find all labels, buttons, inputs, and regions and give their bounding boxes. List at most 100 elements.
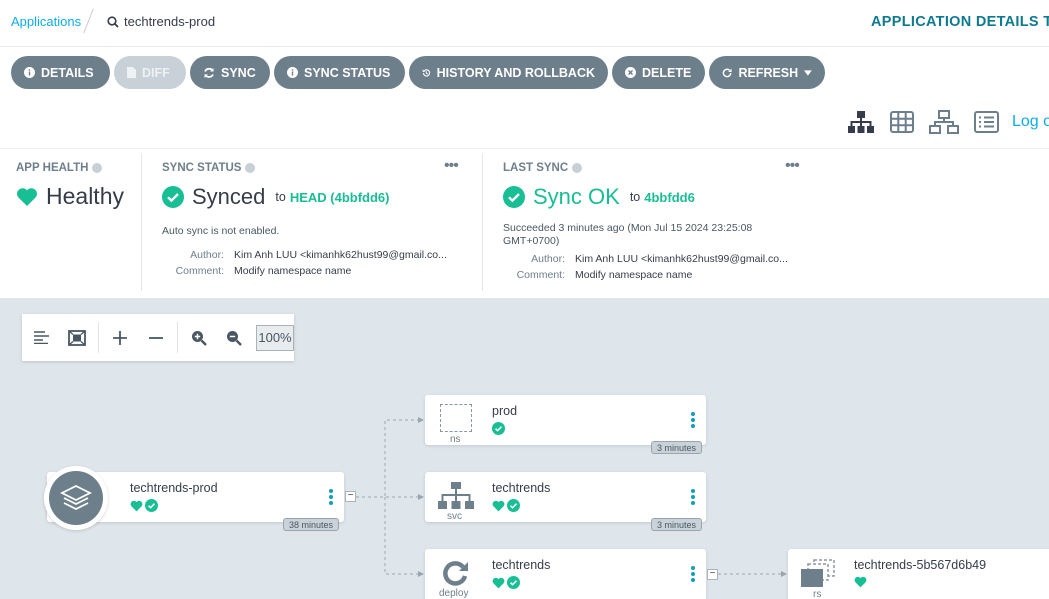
layers-icon — [60, 484, 92, 511]
details-button-label: DETAILS — [41, 65, 94, 80]
zoom-level[interactable]: 100% — [256, 324, 294, 351]
check-circle-icon — [507, 499, 520, 512]
info-circle-icon — [24, 67, 35, 78]
sync-status-button[interactable]: SYNC STATUS — [274, 56, 405, 89]
heart-icon — [854, 576, 867, 588]
node-status — [492, 576, 520, 589]
zoom-out-icon[interactable] — [217, 330, 252, 346]
breadcrumb-app-name: techtrends-prod — [124, 14, 216, 29]
fit-to-screen-icon[interactable] — [59, 329, 94, 346]
app-node-status — [130, 499, 158, 512]
app-node-menu-icon[interactable] — [328, 489, 334, 505]
refresh-button[interactable]: REFRESH — [709, 56, 825, 89]
node-name: techtrends — [492, 481, 551, 495]
history-rollback-button[interactable]: HISTORY AND ROLLBACK — [409, 56, 608, 89]
list-view-icon[interactable] — [974, 111, 999, 133]
breadcrumb-applications[interactable]: Applications — [11, 14, 81, 29]
sync-button[interactable]: SYNC — [190, 56, 270, 89]
status-panel: APP HEALTH Healthy SYNC STATUS ••• Synce… — [0, 148, 1049, 298]
history-icon — [422, 68, 431, 77]
resource-node-svc[interactable]: svc techtrends 3 minutes — [425, 472, 706, 531]
sync-status-value: Synced to HEAD (4bbfdd6) — [162, 184, 390, 210]
node-menu-icon[interactable] — [690, 412, 696, 428]
last-sync-label: LAST SYNC — [503, 162, 583, 174]
edge-to-deploy — [384, 497, 422, 575]
app-health-text: Healthy — [46, 183, 124, 209]
delete-button[interactable]: DELETE — [612, 56, 705, 89]
deploy-node-collapse-button[interactable]: − — [707, 569, 718, 580]
node-name: techtrends-5b567d6b49 — [854, 558, 987, 572]
node-status — [492, 422, 505, 435]
tree-view-icon[interactable] — [847, 110, 875, 134]
node-kind-label: svc — [447, 511, 462, 522]
file-icon — [127, 67, 136, 78]
resource-tree-graph: 100% techtrends-prod 38 minutes − ns pro… — [0, 298, 1049, 599]
succeeded-tz-line: GMT+0700) — [503, 235, 560, 247]
last-sync-revision-link[interactable]: 4bbfdd6 — [644, 190, 695, 205]
details-button[interactable]: DETAILS — [11, 56, 110, 89]
divider — [141, 153, 142, 291]
sync-button-label: SYNC — [221, 65, 256, 80]
resource-node-deploy[interactable]: deploy techtrends — [425, 549, 706, 599]
help-icon[interactable] — [245, 163, 256, 173]
app-node-name: techtrends-prod — [130, 481, 218, 495]
check-circle-icon — [492, 422, 505, 435]
breadcrumb-separator — [83, 8, 94, 34]
last-sync-menu-icon[interactable]: ••• — [785, 157, 800, 175]
times-circle-icon — [625, 67, 636, 78]
logs-link[interactable]: Log out — [1012, 113, 1049, 131]
diff-button[interactable]: DIFF — [114, 56, 186, 89]
zoom-in-icon[interactable] — [182, 330, 217, 346]
history-rollback-button-label: HISTORY AND ROLLBACK — [436, 65, 595, 80]
action-toolbar: DETAILS DIFF SYNC SYNC STATUS HISTORY AN… — [11, 56, 825, 89]
delete-button-label: DELETE — [642, 65, 692, 80]
heart-icon — [130, 500, 143, 511]
last-sync-author-row: Author: Kim Anh LUU <kimanhk62hust99@gma… — [503, 253, 788, 265]
resource-node-ns[interactable]: ns prod 3 minutes — [425, 395, 706, 454]
comment-label: Comment: — [175, 265, 224, 277]
help-icon[interactable] — [572, 163, 583, 173]
succeeded-line: Succeeded 3 minutes ago (Mon Jul 15 2024… — [503, 222, 753, 234]
last-sync-comment-row: Comment: Modify namespace name — [503, 269, 693, 281]
sync-status-text: Synced — [192, 184, 266, 209]
heart-icon — [492, 500, 505, 511]
author-value: Kim Anh LUU <kimanhk62hust99@gmail.co... — [234, 249, 447, 261]
sync-status-label-text: SYNC STATUS — [162, 162, 242, 174]
view-mode-switcher — [847, 110, 999, 134]
author-label: Author: — [190, 249, 224, 261]
sync-status-label: SYNC STATUS — [162, 162, 256, 174]
app-node-collapse-button[interactable]: − — [345, 491, 356, 502]
node-menu-icon[interactable] — [690, 489, 696, 505]
node-kind-label: deploy — [439, 588, 469, 599]
comment-value: Modify namespace name — [575, 269, 693, 281]
deployment-icon — [443, 561, 468, 586]
replicaset-icon — [801, 559, 835, 587]
edge-to-prod — [356, 419, 422, 498]
top-bar: Applications techtrends-prod APPLICATION… — [0, 0, 1049, 47]
sync-target-link[interactable]: HEAD (4bbfdd6) — [290, 190, 390, 205]
namespace-icon — [440, 404, 472, 432]
author-value: Kim Anh LUU <kimanhk62hust99@gmail.co... — [575, 253, 788, 265]
sync-icon — [204, 67, 214, 78]
app-node-icon — [44, 466, 108, 530]
node-status — [854, 576, 867, 588]
align-left-icon[interactable] — [24, 331, 59, 344]
collapse-all-icon[interactable] — [138, 331, 173, 345]
divider — [482, 153, 483, 291]
auto-sync-note: Auto sync is not enabled. — [162, 225, 280, 237]
pods-grid-icon[interactable] — [890, 111, 914, 133]
network-view-icon[interactable] — [929, 110, 959, 134]
node-menu-icon[interactable] — [690, 566, 696, 582]
heart-icon — [17, 187, 37, 206]
sync-comment-row: Comment: Modify namespace name — [162, 265, 352, 277]
author-label: Author: — [531, 253, 565, 265]
resource-node-rs[interactable]: rs techtrends-5b567d6b49 — [788, 549, 1049, 599]
node-kind-label: rs — [813, 589, 822, 599]
sync-status-menu-icon[interactable]: ••• — [444, 157, 459, 175]
help-icon[interactable] — [92, 163, 103, 173]
node-age: 3 minutes — [651, 441, 703, 454]
toolbar-divider — [177, 322, 178, 353]
page-title: APPLICATION DETAILS TREE — [871, 14, 1049, 30]
expand-all-icon[interactable] — [103, 330, 138, 345]
info-circle-icon — [287, 67, 298, 78]
